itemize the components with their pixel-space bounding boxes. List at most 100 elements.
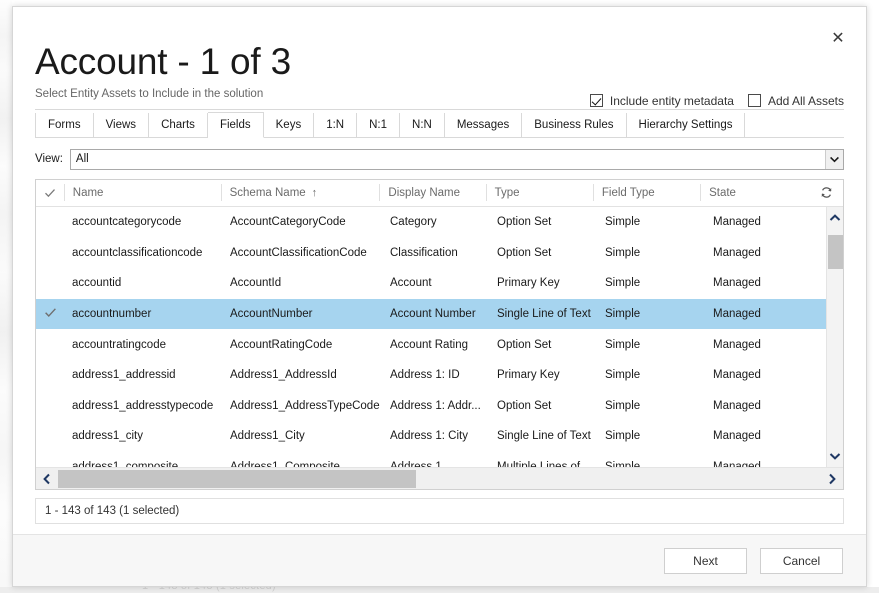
tab-one-to-many[interactable]: 1:N xyxy=(314,113,357,138)
table-row[interactable]: accountcategorycode AccountCategoryCode … xyxy=(36,207,826,238)
tab-keys[interactable]: Keys xyxy=(264,113,315,138)
checkbox-unchecked-icon xyxy=(748,94,761,107)
column-header-display-name[interactable]: Display Name xyxy=(379,184,485,201)
cell-display: Address 1: City xyxy=(382,430,489,442)
cell-schema: Address1_AddressTypeCode xyxy=(222,400,382,412)
cell-state: Managed xyxy=(705,277,815,289)
grid-status-bar: 1 - 143 of 143 (1 selected) xyxy=(35,498,844,524)
entity-assets-dialog: ✕ Account - 1 of 3 Select Entity Assets … xyxy=(12,6,867,587)
cell-field-type: Simple xyxy=(597,430,705,442)
cell-field-type: Simple xyxy=(597,400,705,412)
cell-type: Single Line of Text xyxy=(489,308,597,320)
table-row[interactable]: address1_addresstypecode Address1_Addres… xyxy=(36,390,826,421)
tab-charts[interactable]: Charts xyxy=(149,113,208,138)
cell-display: Account xyxy=(382,277,489,289)
column-header-schema-name[interactable]: Schema Name ↑ xyxy=(221,184,380,201)
cell-display: Address 1: ID xyxy=(382,369,489,381)
column-header-state[interactable]: State xyxy=(700,184,809,201)
table-row-selected[interactable]: accountnumber AccountNumber Account Numb… xyxy=(36,299,826,330)
chevron-down-icon xyxy=(825,150,843,169)
cell-field-type: Simple xyxy=(597,339,705,351)
refresh-icon[interactable] xyxy=(809,186,843,199)
grid-body: accountcategorycode AccountCategoryCode … xyxy=(36,207,843,467)
view-label: View: xyxy=(35,153,63,165)
cell-state: Managed xyxy=(705,369,815,381)
chevron-left-icon[interactable] xyxy=(36,468,58,490)
row-select-cell[interactable] xyxy=(36,306,64,321)
cell-name: address1_city xyxy=(64,430,222,442)
cell-field-type: Simple xyxy=(597,308,705,320)
tab-fields[interactable]: Fields xyxy=(208,112,264,138)
chevron-up-icon[interactable] xyxy=(827,207,844,229)
column-header-field-type[interactable]: Field Type xyxy=(593,184,700,201)
add-all-assets-checkbox[interactable]: Add All Assets xyxy=(748,94,844,108)
column-header-display-name-label: Display Name xyxy=(388,187,460,199)
vertical-scroll-thumb[interactable] xyxy=(828,235,843,269)
page-title: Account - 1 of 3 xyxy=(35,43,844,82)
tab-messages[interactable]: Messages xyxy=(445,113,522,138)
view-select[interactable]: All xyxy=(70,149,844,170)
tab-hierarchy-settings[interactable]: Hierarchy Settings xyxy=(627,113,746,138)
cell-display: Account Rating xyxy=(382,339,489,351)
cell-name: address1_addresstypecode xyxy=(64,400,222,412)
record-count-text: 1 - 143 of 143 (1 selected) xyxy=(45,505,179,517)
tab-many-to-one[interactable]: N:1 xyxy=(357,113,400,138)
table-row[interactable]: address1_composite Address1_Composite Ad… xyxy=(36,452,826,467)
horizontal-scroll-track[interactable] xyxy=(58,468,821,490)
table-row[interactable]: accountclassificationcode AccountClassif… xyxy=(36,237,826,268)
select-all-checkmark-icon[interactable] xyxy=(36,184,64,201)
cell-state: Managed xyxy=(705,308,815,320)
cell-name: accountcategorycode xyxy=(64,216,222,228)
cell-display: Classification xyxy=(382,247,489,259)
grid-horizontal-scrollbar[interactable] xyxy=(36,467,843,489)
cell-type: Option Set xyxy=(489,339,597,351)
view-selected-value: All xyxy=(71,153,89,165)
vertical-scroll-track[interactable] xyxy=(827,229,844,445)
cell-schema: Address1_City xyxy=(222,430,382,442)
column-header-type[interactable]: Type xyxy=(486,184,593,201)
table-row[interactable]: accountratingcode AccountRatingCode Acco… xyxy=(36,329,826,360)
cell-schema: AccountId xyxy=(222,277,382,289)
cell-display: Account Number xyxy=(382,308,489,320)
cell-state: Managed xyxy=(705,247,815,259)
cell-name: accountclassificationcode xyxy=(64,247,222,259)
grid-header-row: Name Schema Name ↑ Display Name Type Fie… xyxy=(36,180,843,207)
tab-many-to-many[interactable]: N:N xyxy=(400,113,445,138)
sort-ascending-icon: ↑ xyxy=(312,187,318,199)
cell-name: accountid xyxy=(64,277,222,289)
cell-schema: AccountNumber xyxy=(222,308,382,320)
cell-type: Primary Key xyxy=(489,369,597,381)
asset-tabs: Forms Views Charts Fields Keys 1:N N:1 N… xyxy=(35,112,844,138)
table-row[interactable]: address1_city Address1_City Address 1: C… xyxy=(36,421,826,452)
cell-field-type: Simple xyxy=(597,247,705,259)
cell-type: Single Line of Text xyxy=(489,430,597,442)
tab-views[interactable]: Views xyxy=(94,113,149,138)
tab-business-rules[interactable]: Business Rules xyxy=(522,113,626,138)
column-header-type-label: Type xyxy=(495,187,520,199)
chevron-right-icon[interactable] xyxy=(821,468,843,490)
grid-vertical-scrollbar[interactable] xyxy=(826,207,843,467)
include-entity-metadata-label: Include entity metadata xyxy=(610,94,734,108)
table-row[interactable]: accountid AccountId Account Primary Key … xyxy=(36,268,826,299)
column-header-state-label: State xyxy=(709,187,736,199)
view-filter-bar: View: All xyxy=(35,149,844,170)
header-options: Include entity metadata Add All Assets xyxy=(590,94,844,108)
cell-schema: AccountRatingCode xyxy=(222,339,382,351)
column-header-name-label: Name xyxy=(73,187,104,199)
dialog-header: Account - 1 of 3 Select Entity Assets to… xyxy=(35,7,844,110)
cell-schema: Address1_AddressId xyxy=(222,369,382,381)
cell-type: Option Set xyxy=(489,247,597,259)
tab-forms[interactable]: Forms xyxy=(35,113,94,138)
column-header-name[interactable]: Name xyxy=(64,184,221,201)
add-all-assets-label: Add All Assets xyxy=(768,94,844,108)
include-entity-metadata-checkbox[interactable]: Include entity metadata xyxy=(590,94,734,108)
cell-field-type: Simple xyxy=(597,216,705,228)
next-button[interactable]: Next xyxy=(664,548,747,574)
chevron-down-icon[interactable] xyxy=(827,445,844,467)
column-header-schema-name-label: Schema Name xyxy=(230,187,306,199)
cancel-button[interactable]: Cancel xyxy=(760,548,843,574)
horizontal-scroll-thumb[interactable] xyxy=(58,470,416,488)
cell-state: Managed xyxy=(705,339,815,351)
cell-name: accountratingcode xyxy=(64,339,222,351)
table-row[interactable]: address1_addressid Address1_AddressId Ad… xyxy=(36,360,826,391)
